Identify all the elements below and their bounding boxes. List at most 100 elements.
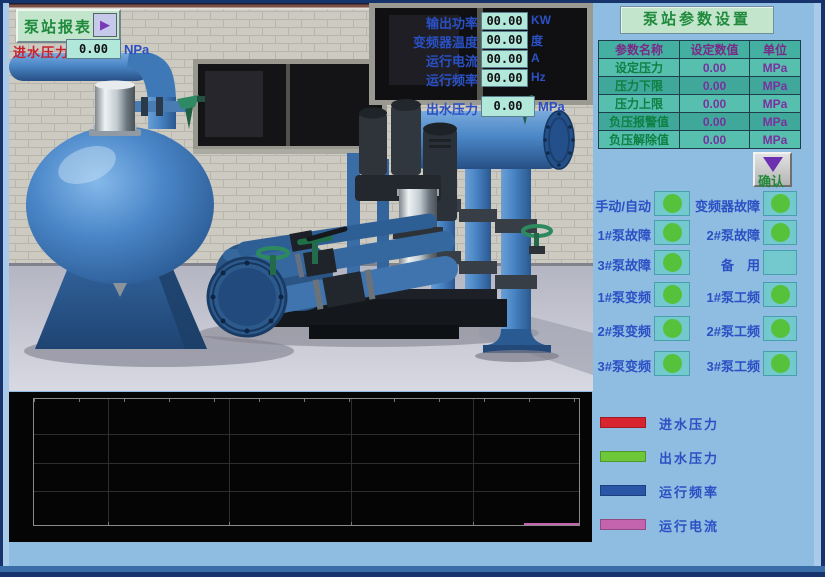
axis-tick [349, 399, 350, 402]
legend-label-outlet: 出水压力 [659, 448, 719, 467]
status-lamp [771, 285, 790, 304]
axis-tick [108, 522, 109, 525]
indicator-light-vfd-fault [763, 191, 797, 216]
table-row: 负压解除值 0.00 MPa [599, 131, 801, 149]
table-row: 压力上限 0.00 MPa [599, 95, 801, 113]
param-value[interactable]: 0.00 [680, 113, 750, 131]
axis-tick [229, 522, 230, 525]
run-freq-value: 00.00 [481, 69, 528, 87]
col-param-name: 参数名称 [599, 41, 680, 59]
output-power-unit: KW [531, 13, 551, 27]
legend-label-frequency: 运行频率 [659, 482, 719, 501]
table-row: 负压报警值 0.00 MPa [599, 113, 801, 131]
indicator-light-pump2-mains [763, 316, 797, 341]
axis-tick [79, 399, 80, 402]
param-value[interactable]: 0.00 [680, 59, 750, 77]
param-value[interactable]: 0.00 [680, 77, 750, 95]
indicator-light-pump1-vfd [654, 282, 690, 307]
indicator-light-pump2-vfd [654, 316, 690, 341]
frame-edge-bottom [0, 572, 825, 577]
indicator-light-manual-auto [654, 191, 690, 216]
table-row: 压力下限 0.00 MPa [599, 77, 801, 95]
indicator-light-pump3-mains [763, 351, 797, 376]
table-row: 设定压力 0.00 MPa [599, 59, 801, 77]
inverter-temp-value: 00.00 [481, 31, 528, 49]
status-lamp [663, 253, 682, 272]
run-current-label: 运行电流 [385, 51, 478, 70]
param-unit: MPa [750, 113, 801, 131]
outlet-pressure-label: 出水压力 [385, 99, 478, 118]
param-value[interactable]: 0.00 [680, 131, 750, 149]
report-button[interactable]: 泵站报表 ▶ [16, 9, 121, 43]
inlet-pressure-value: 0.00 [66, 39, 121, 59]
indicator-label-pump3-fault: 3#泵故障 [578, 255, 651, 274]
legend-swatch-inlet [600, 417, 646, 428]
frame-edge-right [821, 0, 825, 577]
axis-tick [124, 399, 125, 402]
outlet-pressure-value: 0.00 [481, 96, 535, 117]
legend-swatch-outlet [600, 451, 646, 462]
window-left [193, 59, 387, 154]
axis-tick [529, 399, 530, 402]
col-unit: 单位 [750, 41, 801, 59]
axis-tick [439, 399, 440, 402]
status-lamp [663, 285, 682, 304]
axis-tick [484, 399, 485, 402]
current-trace [524, 523, 579, 525]
status-lamp [771, 354, 790, 373]
legend-swatch-current [600, 519, 646, 530]
param-name: 压力下限 [599, 77, 680, 95]
down-triangle-icon [763, 157, 783, 172]
param-name: 负压报警值 [599, 113, 680, 131]
param-unit: MPa [750, 131, 801, 149]
indicator-label-pump2-vfd: 2#泵变频 [578, 321, 651, 340]
axis-tick [304, 399, 305, 402]
indicator-light-pump3-vfd [654, 351, 690, 376]
indicator-label-pump1-mains: 1#泵工频 [686, 287, 760, 306]
axis-tick [259, 399, 260, 402]
indicator-label-pump1-fault: 1#泵故障 [578, 225, 651, 244]
play-icon[interactable]: ▶ [93, 13, 117, 37]
axis-tick [574, 399, 575, 402]
confirm-button-label: 确认 [758, 171, 784, 190]
indicator-label-manual-auto: 手动/自动 [578, 196, 651, 215]
inverter-temp-unit: 度 [531, 32, 543, 49]
confirm-button[interactable]: 确认 [753, 152, 792, 187]
axis-tick [214, 399, 215, 402]
plot-area [33, 398, 580, 526]
output-power-value: 00.00 [481, 12, 528, 30]
frame-strip-right [814, 3, 821, 566]
indicator-label-pump3-vfd: 3#泵变频 [578, 356, 651, 375]
param-name: 负压解除值 [599, 131, 680, 149]
param-unit: MPa [750, 59, 801, 77]
output-power-label: 输出功率 [385, 13, 478, 32]
run-freq-unit: Hz [531, 70, 546, 84]
outlet-pressure-unit: MPa [538, 99, 565, 114]
status-lamp [663, 223, 682, 242]
status-lamp [771, 194, 790, 213]
inverter-temp-label: 变频器温度 [385, 32, 478, 51]
frame-edge-top [0, 0, 825, 3]
status-lamp [663, 319, 682, 338]
param-value[interactable]: 0.00 [680, 95, 750, 113]
run-current-unit: A [531, 51, 540, 65]
status-lamp [771, 319, 790, 338]
indicator-light-pump2-fault [763, 220, 797, 245]
report-button-label: 泵站报表 [24, 16, 92, 37]
frame-strip-left [3, 3, 9, 566]
inlet-pressure-unit: NPa [124, 42, 149, 57]
status-lamp [663, 354, 682, 373]
inlet-pressure-label: 进水压力 [13, 42, 69, 61]
indicator-light-pump1-fault [654, 220, 690, 245]
indicator-light-spare [763, 250, 797, 275]
legend-label-current: 运行电流 [659, 516, 719, 535]
col-set-value: 设定数值 [680, 41, 750, 59]
indicator-label-pump1-vfd: 1#泵变频 [578, 287, 651, 306]
axis-tick [394, 399, 395, 402]
indicator-label-pump3-mains: 3#泵工频 [686, 356, 760, 375]
status-lamp [663, 194, 682, 213]
indicator-label-pump2-mains: 2#泵工频 [686, 321, 760, 340]
axis-tick [169, 399, 170, 402]
param-name: 压力上限 [599, 95, 680, 113]
legend-swatch-frequency [600, 485, 646, 496]
